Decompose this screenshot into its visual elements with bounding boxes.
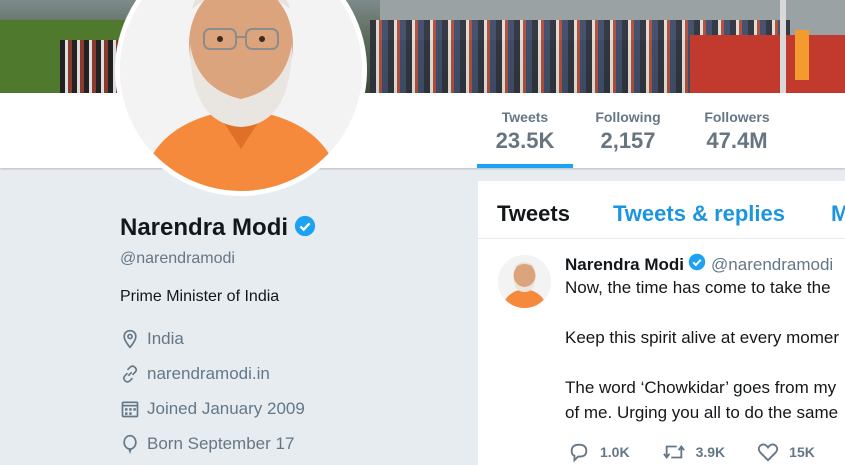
nav-following[interactable]: Following 2,157 — [585, 93, 671, 168]
banner-tent — [690, 35, 845, 93]
tab-media[interactable]: M — [831, 201, 845, 227]
nav-followers-label: Followers — [704, 109, 770, 125]
reply-icon — [570, 443, 588, 463]
profile-card: Narendra Modi @narendramodi Prime Minist… — [120, 214, 450, 454]
location-pin-icon — [120, 329, 140, 349]
verified-badge-icon — [294, 215, 316, 242]
banner-flagpole — [780, 0, 786, 93]
banner-flag — [795, 30, 809, 80]
profile-handle[interactable]: @narendramodi — [120, 250, 450, 268]
tweet-text-line-3: The word ‘Chowkidar’ goes from my — [565, 378, 837, 397]
reply-count: 1.0K — [600, 444, 630, 460]
profile-location: India — [120, 328, 450, 349]
profile-name[interactable]: Narendra Modi — [120, 214, 288, 242]
link-icon — [120, 364, 140, 384]
tweet-avatar[interactable] — [498, 255, 551, 308]
retweet-icon — [662, 444, 685, 460]
nav-following-count: 2,157 — [600, 128, 656, 153]
profile-joined-text: Joined January 2009 — [147, 398, 305, 418]
timeline: Tweets Tweets & replies M Narendra Modi … — [478, 181, 845, 465]
tweet-header: Narendra Modi @narendramodi — [565, 253, 833, 276]
nav-followers[interactable]: Followers 47.4M — [694, 93, 780, 168]
retweet-count: 3.9K — [695, 444, 726, 460]
tweet-text-line-1: Now, the time has come to take the — [565, 278, 831, 297]
tweet-text-line-4: of me. Urging you all to do the same — [565, 403, 839, 422]
nav-tweets-label: Tweets — [501, 109, 549, 125]
tweet-author-handle[interactable]: @narendramodi — [711, 255, 833, 275]
profile-website[interactable]: narendramodi.in — [120, 363, 450, 384]
tweet-text-line-2: Keep this spirit alive at every momer — [565, 328, 839, 347]
tweet-avatar-portrait — [498, 255, 551, 308]
reply-button[interactable]: 1.0K — [568, 441, 630, 463]
timeline-tabs: Tweets Tweets & replies M — [478, 181, 845, 239]
tweet-actions: 1.0K 3.9K 15K — [568, 441, 845, 463]
profile-location-text: India — [147, 328, 184, 348]
retweet-button[interactable]: 3.9K — [662, 441, 726, 463]
nav-tweets[interactable]: Tweets 23.5K — [477, 93, 573, 168]
nav-tweets-count: 23.5K — [495, 128, 555, 153]
nav-following-label: Following — [595, 109, 661, 125]
calendar-icon — [120, 399, 140, 419]
nav-followers-count: 47.4M — [706, 128, 768, 153]
profile-website-link[interactable]: narendramodi.in — [147, 364, 270, 384]
tab-tweets-replies[interactable]: Tweets & replies — [613, 201, 785, 227]
profile-joined: Joined January 2009 — [120, 398, 450, 419]
like-count: 15K — [789, 444, 815, 460]
profile-bio: Prime Minister of India — [120, 288, 280, 305]
balloon-icon — [120, 434, 140, 454]
tweet-verified-badge-icon — [688, 253, 706, 276]
avatar-portrait — [120, 0, 362, 191]
profile-born: Born September 17 — [120, 433, 450, 454]
heart-icon — [758, 443, 779, 462]
like-button[interactable]: 15K — [757, 442, 815, 462]
tab-tweets[interactable]: Tweets — [497, 201, 570, 227]
tweet-author-name[interactable]: Narendra Modi — [565, 255, 684, 275]
profile-born-text: Born September 17 — [147, 433, 295, 453]
